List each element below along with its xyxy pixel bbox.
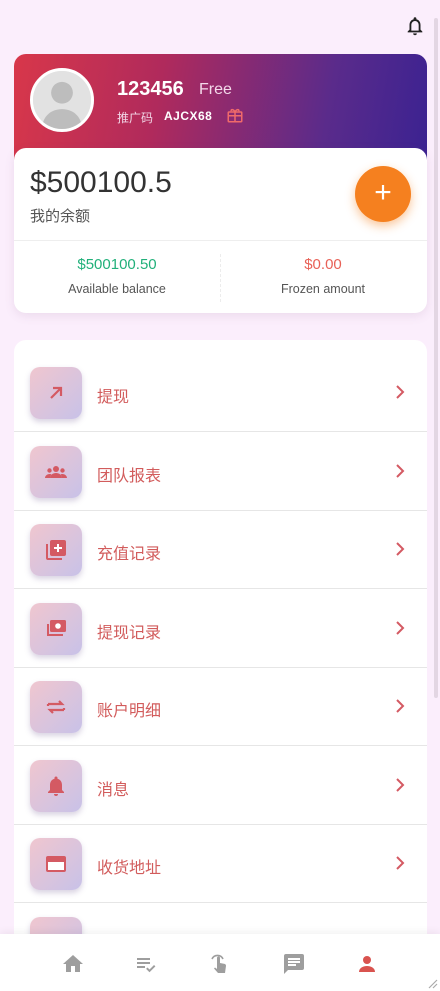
balance-label: 我的余额 [30, 208, 91, 225]
chevron-right-icon [396, 464, 405, 478]
menu-item-label: 收货地址 [97, 860, 162, 877]
chevron-right-icon [396, 621, 405, 635]
gift-icon[interactable] [226, 106, 244, 124]
add-funds-button[interactable]: + [355, 166, 411, 222]
frozen-amount-value: $0.00 [304, 256, 342, 273]
bottom-nav [0, 934, 440, 991]
available-balance-value: $500100.50 [77, 256, 157, 273]
menu-item-withdraw-records[interactable]: 提现记录 [14, 590, 427, 668]
avatar[interactable] [30, 68, 94, 132]
menu-item-withdraw[interactable]: 提现 [14, 354, 427, 432]
group-icon [45, 466, 67, 478]
add-box-icon [46, 540, 66, 560]
referral-code: AJCX68 [164, 109, 213, 123]
chevron-right-icon [396, 778, 405, 792]
menu-list: 提现 团队报表 充值记录 提现记录 账户明细 消息 收货地址 [14, 340, 427, 980]
home-icon [63, 955, 83, 972]
chevron-right-icon [396, 856, 405, 870]
menu-item-account-details[interactable]: 账户明细 [14, 668, 427, 746]
scrollbar-thumb[interactable] [434, 18, 438, 698]
menu-item-recharge-records[interactable]: 充值记录 [14, 511, 427, 589]
top-bar [0, 0, 440, 50]
nav-profile[interactable] [355, 952, 379, 976]
username: 123456 [117, 78, 184, 100]
card-icon [46, 856, 66, 872]
bell-icon [48, 776, 64, 796]
arrow-up-right-icon [50, 386, 63, 399]
chevron-right-icon [396, 542, 405, 556]
touch-icon [211, 954, 226, 973]
resize-grip-icon[interactable] [426, 977, 438, 989]
menu-item-messages[interactable]: 消息 [14, 747, 427, 825]
divider [14, 240, 427, 241]
frozen-amount: $0.00 Frozen amount [220, 256, 426, 296]
menu-item-label: 团队报表 [97, 468, 162, 485]
menu-item-label: 提现记录 [97, 625, 162, 642]
nav-home[interactable] [61, 952, 85, 976]
chevron-right-icon [396, 699, 405, 713]
nav-grab[interactable] [208, 952, 232, 976]
available-balance: $500100.50 Available balance [14, 256, 220, 296]
menu-item-label: 账户明细 [97, 703, 162, 720]
swap-icon [46, 700, 66, 714]
list-check-icon [137, 958, 156, 973]
scrollbar[interactable] [434, 8, 440, 698]
avatar-placeholder-icon [33, 71, 91, 129]
chat-icon [284, 954, 304, 974]
notification-bell-icon[interactable] [404, 14, 426, 38]
menu-item-label: 提现 [97, 389, 130, 406]
balance-amount: $500100.5 [30, 166, 172, 199]
money-icon [47, 620, 66, 636]
menu-item-label: 充值记录 [97, 546, 162, 563]
frozen-amount-caption: Frozen amount [280, 282, 366, 296]
menu-item-label: 消息 [97, 782, 130, 799]
menu-item-shipping-address[interactable]: 收货地址 [14, 825, 427, 903]
person-icon [359, 956, 375, 972]
nav-tasks[interactable] [134, 952, 158, 976]
chevron-right-icon [396, 385, 405, 399]
balance-card: $500100.5 我的余额 + $500100.50 Available ba… [14, 148, 427, 313]
membership-level: Free [199, 81, 232, 98]
nav-messages[interactable] [282, 952, 306, 976]
referral-label: 推广码 [117, 111, 154, 125]
menu-item-team-report[interactable]: 团队报表 [14, 433, 427, 511]
available-balance-caption: Available balance [68, 282, 166, 296]
